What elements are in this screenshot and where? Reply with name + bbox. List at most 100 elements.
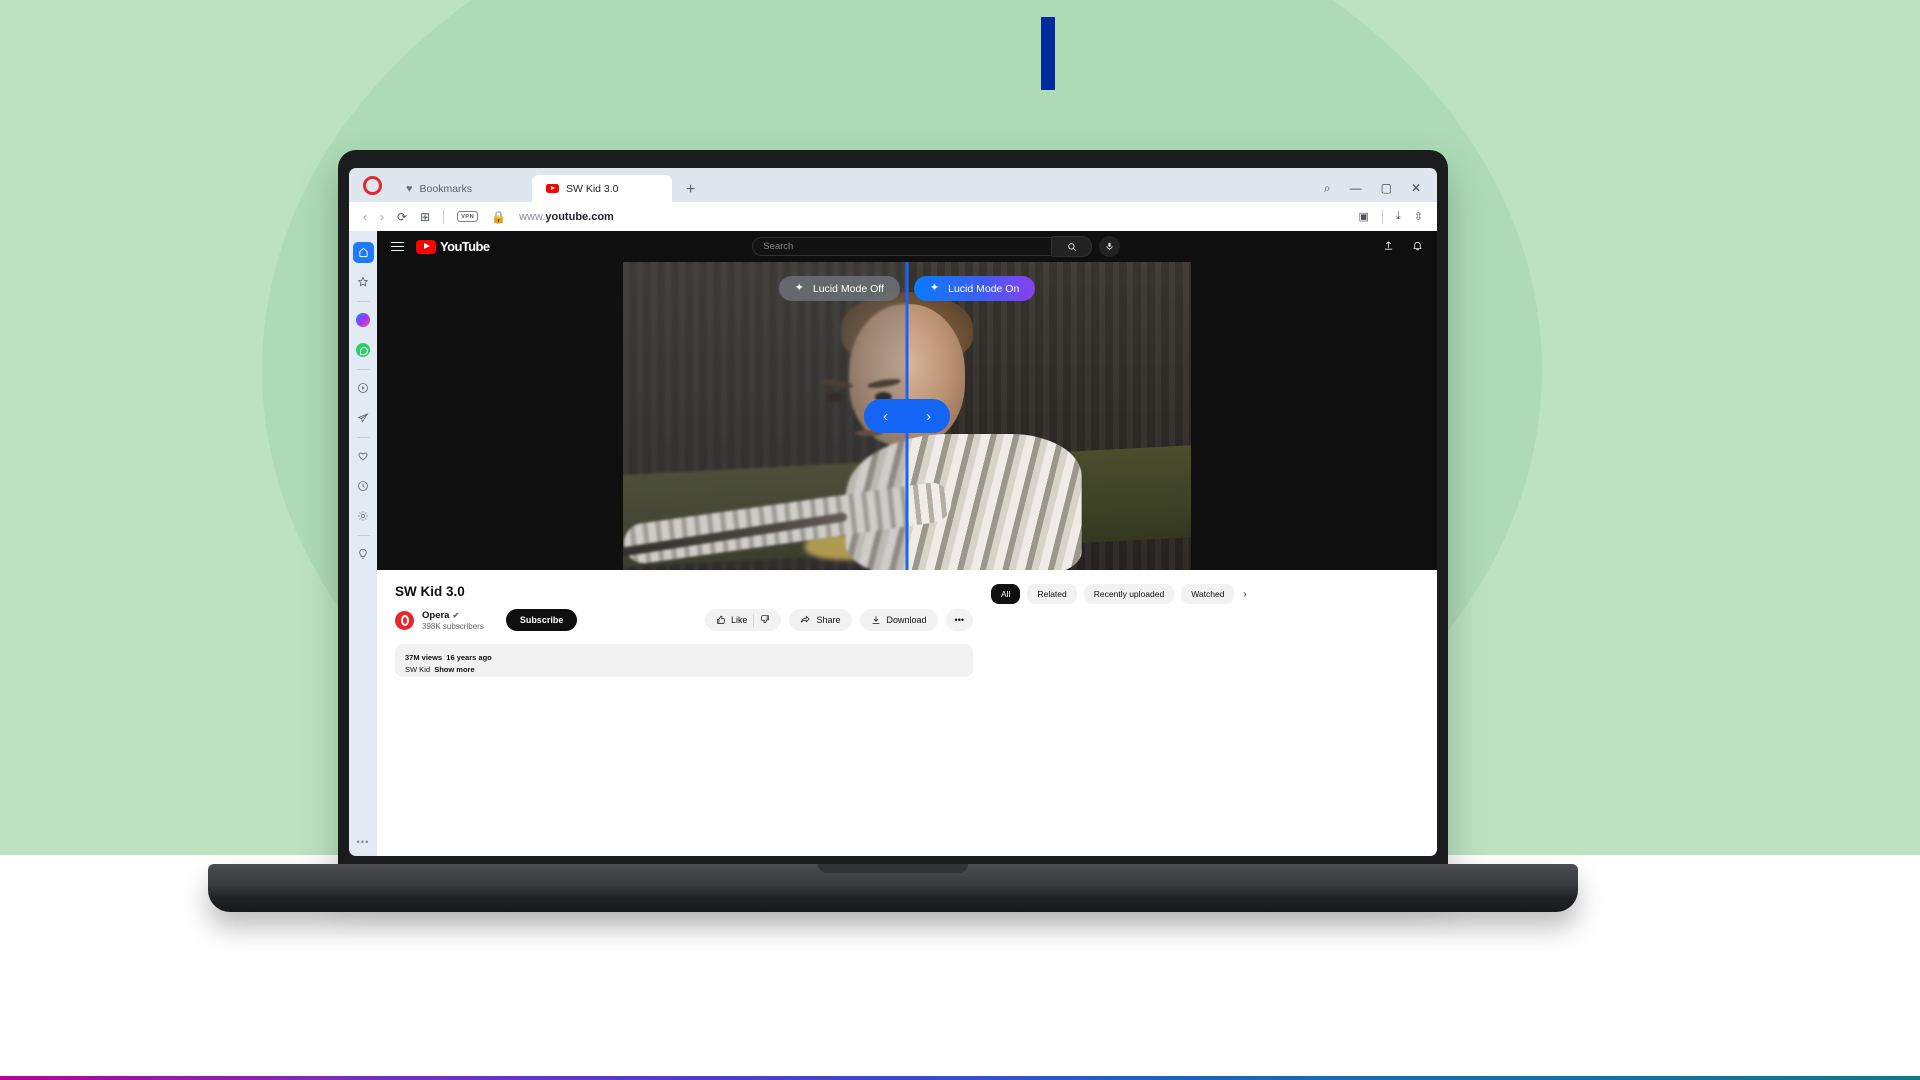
tab-bookmarks[interactable]: ♥ Bookmarks bbox=[392, 175, 532, 202]
sidebar-item-player[interactable] bbox=[353, 378, 374, 399]
sidebar-more-button[interactable]: ••• bbox=[356, 837, 369, 847]
filter-next-chevron-icon[interactable]: › bbox=[1241, 589, 1246, 600]
publish-date: 16 years ago bbox=[446, 653, 492, 662]
channel-name-row[interactable]: Opera ✔ bbox=[422, 610, 484, 621]
channel-avatar[interactable] bbox=[395, 610, 414, 630]
browser-tabbar: ♥ Bookmarks SW Kid 3.0 + ⌕ — ▢ ✕ bbox=[349, 168, 1437, 202]
sidebar-divider bbox=[356, 300, 370, 302]
browser-address-bar: ‹ › ⟳ ⊞ VPN 🔒 www.youtube.com ▣ ⤓ ⇳ bbox=[349, 202, 1437, 231]
divider bbox=[753, 613, 755, 627]
view-count: 37M views bbox=[405, 653, 443, 662]
sidebar-divider bbox=[356, 534, 370, 536]
back-icon[interactable]: ‹ bbox=[363, 210, 367, 224]
like-dislike-group: Like bbox=[704, 609, 782, 631]
divider bbox=[443, 209, 445, 224]
slider-prev-icon[interactable]: ‹ bbox=[883, 408, 888, 425]
lock-icon: 🔒 bbox=[491, 209, 507, 224]
lucid-mode-on-label: Lucid Mode On bbox=[948, 282, 1020, 295]
search-input[interactable]: Search bbox=[752, 237, 1053, 256]
filter-chip-related[interactable]: Related bbox=[1027, 584, 1077, 604]
video-stats-line: 37M views 16 years ago bbox=[405, 652, 963, 664]
sidebar-item-history[interactable] bbox=[353, 476, 374, 497]
opera-sidebar: ••• bbox=[349, 231, 377, 856]
new-tab-button[interactable]: + bbox=[672, 182, 709, 202]
youtube-search: Search bbox=[752, 236, 1121, 257]
like-label: Like bbox=[730, 615, 748, 625]
channel-name: Opera bbox=[422, 609, 450, 621]
hamburger-menu-icon[interactable] bbox=[391, 241, 404, 252]
laptop-base bbox=[208, 864, 1578, 912]
address-url[interactable]: www.youtube.com bbox=[519, 211, 614, 223]
divider bbox=[1381, 209, 1383, 224]
sidebar-divider bbox=[356, 436, 370, 438]
tab-sw-kid[interactable]: SW Kid 3.0 bbox=[532, 175, 672, 202]
like-button[interactable]: Like bbox=[716, 615, 748, 625]
filter-chip-all[interactable]: All bbox=[991, 584, 1021, 604]
window-controls: ⌕ — ▢ ✕ bbox=[1324, 182, 1437, 202]
filter-chip-recently-uploaded[interactable]: Recently uploaded bbox=[1083, 584, 1175, 604]
dislike-button[interactable] bbox=[760, 614, 770, 626]
share-button[interactable]: Share bbox=[789, 609, 852, 631]
video-player[interactable]: ✦ Lucid Mode Off ✦ Lucid Mode On ‹ › bbox=[377, 262, 1437, 570]
window-search-icon[interactable]: ⌕ bbox=[1324, 182, 1331, 194]
sparkle-icon: ✦ bbox=[794, 282, 804, 294]
vpn-badge-icon[interactable]: VPN bbox=[457, 211, 479, 222]
lucid-mode-off-chip[interactable]: ✦ Lucid Mode Off bbox=[778, 276, 900, 301]
tab-bookmarks-label: Bookmarks bbox=[419, 182, 473, 195]
sidebar-item-whatsapp[interactable] bbox=[353, 340, 374, 361]
comparison-slider-handle[interactable]: ‹ › bbox=[864, 399, 950, 433]
opera-browser-window: ♥ Bookmarks SW Kid 3.0 + ⌕ — ▢ ✕ ‹ › ⟳ ⊞… bbox=[349, 168, 1437, 856]
opera-logo-icon[interactable] bbox=[363, 176, 382, 195]
heart-icon: ♥ bbox=[406, 182, 413, 195]
decorative-blue-bar bbox=[1041, 17, 1055, 90]
browser-content: ••• YouTube Search ✦ Lucid Mode Off ✦ Lu… bbox=[349, 231, 1437, 856]
search-button[interactable] bbox=[1052, 236, 1093, 257]
notifications-bell-icon[interactable] bbox=[1412, 240, 1423, 254]
youtube-page: YouTube Search ✦ Lucid Mode Off ✦ Lucid … bbox=[377, 231, 1437, 856]
filter-chip-watched[interactable]: Watched bbox=[1181, 584, 1235, 604]
voice-search-button[interactable] bbox=[1099, 236, 1121, 257]
sidebar-item-telegram[interactable] bbox=[353, 408, 374, 429]
subscriber-count: 398K subscribers bbox=[422, 621, 484, 631]
sidebar-item-home[interactable] bbox=[352, 241, 374, 263]
snapshot-icon[interactable]: ▣ bbox=[1359, 210, 1369, 223]
video-owner-row: Opera ✔ 398K subscribers Subscribe Like … bbox=[395, 609, 973, 631]
easy-setup-icon[interactable]: ⇳ bbox=[1414, 210, 1423, 223]
forward-icon[interactable]: › bbox=[380, 210, 384, 224]
download-button[interactable]: Download bbox=[859, 609, 938, 631]
laptop-mockup: ♥ Bookmarks SW Kid 3.0 + ⌕ — ▢ ✕ ‹ › ⟳ ⊞… bbox=[208, 150, 1578, 920]
video-primary-info: SW Kid 3.0 Opera ✔ 398K subscribers Subs… bbox=[395, 584, 973, 856]
youtube-header: YouTube Search bbox=[377, 231, 1437, 262]
more-actions-button[interactable]: ••• bbox=[945, 609, 973, 631]
lucid-mode-on-chip[interactable]: ✦ Lucid Mode On bbox=[913, 276, 1036, 301]
messenger-icon bbox=[356, 313, 370, 327]
sidebar-item-favorites[interactable] bbox=[353, 272, 374, 293]
description-line: SW Kid Show more bbox=[405, 664, 963, 676]
laptop-lid: ♥ Bookmarks SW Kid 3.0 + ⌕ — ▢ ✕ ‹ › ⟳ ⊞… bbox=[338, 150, 1448, 880]
slider-next-icon[interactable]: › bbox=[926, 408, 931, 425]
laptop-screen: ♥ Bookmarks SW Kid 3.0 + ⌕ — ▢ ✕ ‹ › ⟳ ⊞… bbox=[349, 168, 1437, 856]
sidebar-item-tips[interactable] bbox=[353, 544, 374, 565]
downloads-icon[interactable]: ⤓ bbox=[1396, 210, 1401, 223]
video-frame[interactable]: ✦ Lucid Mode Off ✦ Lucid Mode On ‹ › bbox=[623, 262, 1191, 570]
window-minimize-button[interactable]: — bbox=[1350, 182, 1362, 194]
show-more-button[interactable]: Show more bbox=[434, 665, 474, 674]
subscribe-button[interactable]: Subscribe bbox=[505, 609, 578, 631]
subject-eye-left bbox=[827, 392, 844, 402]
sidebar-item-settings[interactable] bbox=[353, 506, 374, 527]
youtube-logo[interactable]: YouTube bbox=[416, 239, 490, 254]
tab-islands-icon[interactable]: ⊞ bbox=[420, 210, 430, 224]
sparkle-icon: ✦ bbox=[929, 282, 940, 294]
video-secondary-column: All Related Recently uploaded Watched › bbox=[991, 584, 1419, 856]
reload-icon[interactable]: ⟳ bbox=[397, 210, 407, 224]
youtube-header-actions bbox=[1383, 240, 1423, 254]
sidebar-item-pinboards[interactable] bbox=[353, 446, 374, 467]
sidebar-item-messenger[interactable] bbox=[353, 310, 374, 331]
youtube-logo-text: YouTube bbox=[440, 239, 490, 254]
video-description[interactable]: 37M views 16 years ago SW Kid Show more bbox=[395, 644, 973, 677]
youtube-play-icon bbox=[416, 239, 436, 254]
window-close-button[interactable]: ✕ bbox=[1411, 182, 1421, 194]
window-maximize-button[interactable]: ▢ bbox=[1381, 182, 1392, 194]
description-tag: SW Kid bbox=[405, 665, 431, 674]
upload-icon[interactable] bbox=[1383, 240, 1394, 254]
